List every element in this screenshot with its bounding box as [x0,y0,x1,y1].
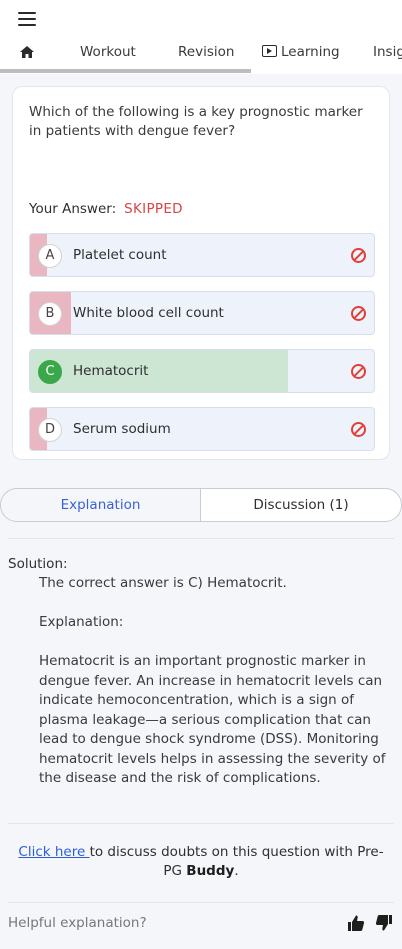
top-bar [0,0,402,36]
tab-explanation[interactable]: Explanation [0,488,201,522]
option-b[interactable]: B White blood cell count [29,291,375,335]
discuss-prompt: Click here to discuss doubts on this que… [10,843,392,881]
helpful-prompt: Helpful explanation? [8,915,147,931]
explanation-tabs: Explanation Discussion (1) [0,488,402,522]
play-screen-icon [262,45,277,57]
no-entry-icon [351,422,366,437]
question-text: Which of the following is a key prognost… [29,104,363,139]
discuss-end: . [234,863,239,879]
explanation-text: Hematocrit is an important prognostic ma… [39,653,386,786]
tab-insights[interactable]: Insights [373,44,402,60]
option-a-text: Platelet count [73,247,167,263]
answer-status: SKIPPED [124,201,183,217]
option-b-text: White blood cell count [73,305,224,321]
explanation-heading: Explanation: [39,614,124,630]
thumbs-down-icon[interactable] [375,914,393,932]
click-here-link[interactable]: Click here [18,844,89,860]
brand-name: Buddy [186,863,235,879]
option-d[interactable]: D Serum sodium [29,407,375,451]
option-c[interactable]: C Hematocrit [29,349,375,393]
option-c-text: Hematocrit [73,363,149,379]
solution-title: Solution: [8,556,68,572]
correct-answer-line: The correct answer is C) Hematocrit. [39,575,287,591]
divider [8,823,394,824]
question-card: Which of the following is a key prognost… [12,86,390,460]
option-a-letter: A [38,244,62,268]
tab-learning[interactable]: Learning [262,44,340,60]
option-d-letter: D [38,418,62,442]
divider [8,538,394,539]
your-answer-label: Your Answer: [29,201,117,217]
option-c-letter: C [38,360,62,384]
option-c-bar [30,350,288,392]
thumbs-up-icon[interactable] [347,914,365,932]
tab-workout[interactable]: Workout [80,44,136,60]
your-answer: Your Answer: SKIPPED [29,201,183,217]
nav-tabs: Workout Revision Learning Insights [0,36,402,74]
option-b-letter: B [38,302,62,326]
home-icon[interactable] [19,45,35,59]
option-a[interactable]: A Platelet count [29,233,375,277]
hamburger-icon[interactable] [18,12,36,26]
tab-scroll-indicator [0,69,251,73]
solution-body: The correct answer is C) Hematocrit. Exp… [39,574,389,808]
option-d-text: Serum sodium [73,421,171,437]
no-entry-icon [351,248,366,263]
no-entry-icon [351,364,366,379]
no-entry-icon [351,306,366,321]
tab-discussion[interactable]: Discussion (1) [200,488,402,522]
divider [8,902,394,903]
tab-revision[interactable]: Revision [178,44,234,60]
tab-learning-label: Learning [281,44,340,60]
